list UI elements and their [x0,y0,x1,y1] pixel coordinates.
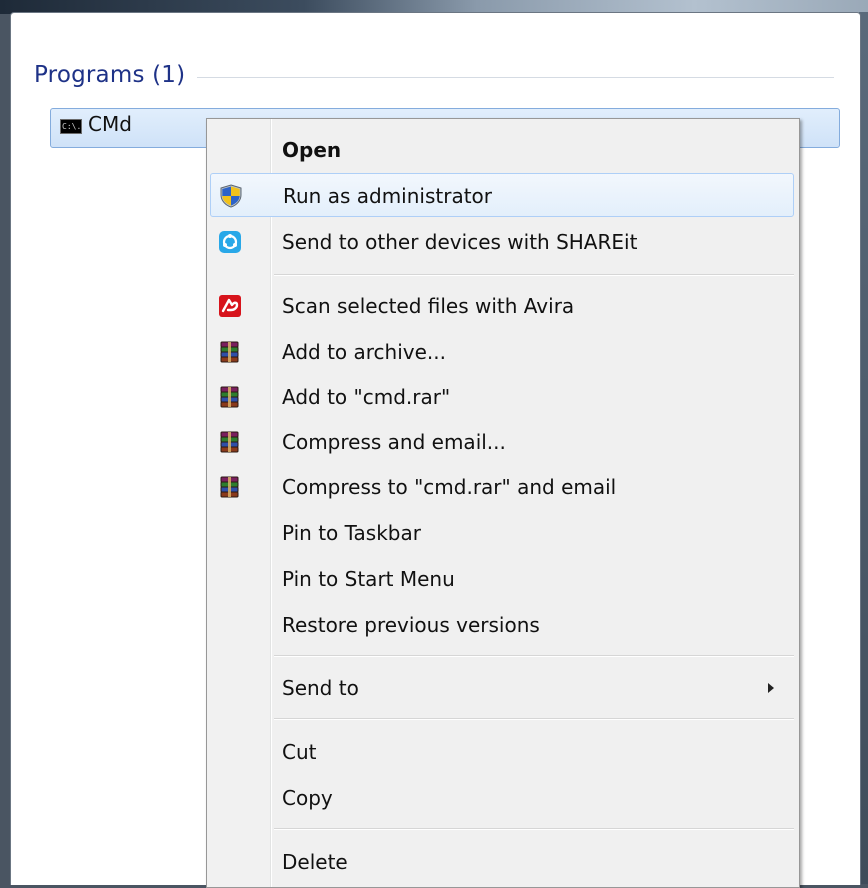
menu-item-label: Compress and email... [282,430,506,454]
menu-item-compress-and-email[interactable]: Compress and email... [210,420,794,464]
menu-item-send-to[interactable]: Send to [210,666,794,710]
menu-item-label: Delete [282,850,348,874]
winrar-icon [218,475,242,499]
programs-section-title: Programs (1) [34,62,186,88]
menu-item-label: Compress to "cmd.rar" and email [282,475,617,499]
menu-item-label: Pin to Taskbar [282,521,421,545]
menu-item-label: Send to [282,676,359,700]
menu-item-add-to-cmd-rar[interactable]: Add to "cmd.rar" [210,375,794,419]
programs-section-header: Programs (1) [34,55,834,95]
shareit-icon [218,230,242,254]
menu-separator [274,828,794,830]
menu-separator [274,655,794,657]
menu-item-label: Run as administrator [283,184,493,208]
menu-item-label: Send to other devices with SHAREit [282,230,638,254]
menu-item-restore-previous-versions[interactable]: Restore previous versions [210,603,794,647]
menu-item-shareit[interactable]: Send to other devices with SHAREit [210,220,794,264]
menu-item-run-as-administrator[interactable]: Run as administrator [210,173,794,217]
menu-item-pin-to-taskbar[interactable]: Pin to Taskbar [210,511,794,555]
menu-item-pin-to-start-menu[interactable]: Pin to Start Menu [210,557,794,601]
menu-item-add-to-archive[interactable]: Add to archive... [210,330,794,374]
menu-item-label: Add to archive... [282,340,446,364]
winrar-icon [218,430,242,454]
section-divider [197,76,834,78]
menu-item-label: Pin to Start Menu [282,567,455,591]
menu-separator [274,718,794,720]
menu-item-label: Scan selected files with Avira [282,294,575,318]
menu-item-delete[interactable]: Delete [210,840,794,884]
menu-item-label: Cut [282,740,317,764]
program-result-label[interactable]: CMd [88,112,132,136]
winrar-icon [218,385,242,409]
submenu-arrow-icon [768,683,774,693]
uac-shield-icon [219,184,243,208]
menu-item-open[interactable]: Open [210,128,794,172]
cmd-icon: C:\. [60,119,82,134]
menu-separator [274,274,794,276]
menu-item-scan-avira[interactable]: Scan selected files with Avira [210,284,794,328]
menu-item-label: Copy [282,786,333,810]
avira-icon [218,294,242,318]
menu-item-label: Add to "cmd.rar" [282,385,451,409]
menu-item-cut[interactable]: Cut [210,730,794,774]
menu-item-compress-to-cmd-rar-and-email[interactable]: Compress to "cmd.rar" and email [210,465,794,509]
menu-item-label: Open [282,138,342,162]
menu-item-label: Restore previous versions [282,613,540,637]
menu-item-copy[interactable]: Copy [210,776,794,820]
context-menu: Open Run as administrator Send to other … [206,118,800,888]
winrar-icon [218,340,242,364]
